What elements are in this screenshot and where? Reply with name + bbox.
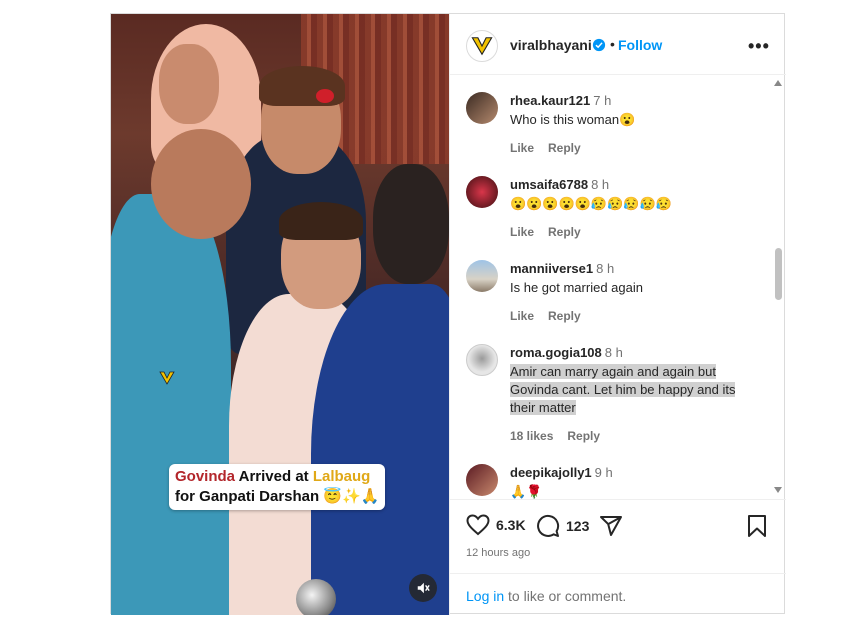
bookmark-icon <box>748 515 766 537</box>
caption-line2: for Ganpati Darshan 😇✨🙏 <box>175 488 380 505</box>
comment-text: 🙏🌹 <box>510 484 543 499</box>
viralbhayani-logo-icon <box>471 37 493 56</box>
post-video[interactable]: Govinda Arrived at Lalbaug for Ganpati D… <box>111 14 449 615</box>
comment-text: Who is this woman😮 <box>510 112 636 127</box>
post-timestamp[interactable]: 12 hours ago <box>466 547 530 559</box>
reply-button[interactable]: Reply <box>548 225 581 239</box>
follow-button[interactable]: Follow <box>618 37 662 53</box>
login-link[interactable]: Log in <box>466 588 504 604</box>
like-button[interactable]: Like <box>510 309 534 323</box>
person-blue-kurta <box>111 194 231 615</box>
verified-badge-icon <box>592 38 606 52</box>
like-button[interactable]: Like <box>510 141 534 155</box>
reply-button[interactable]: Reply <box>548 309 581 323</box>
heart-icon <box>466 514 490 536</box>
comment-time[interactable]: 8 h <box>596 261 614 276</box>
comments-list[interactable]: rhea.kaur121 7 h Who is this woman😮 Like R… <box>450 76 786 499</box>
post-header: viralbhayani • Follow ••• <box>450 14 786 75</box>
speaker-muted-icon <box>417 582 430 594</box>
comment-username[interactable]: deepikajolly1 <box>510 465 592 480</box>
instagram-post: Govinda Arrived at Lalbaug for Ganpati D… <box>110 13 786 615</box>
comment-time[interactable]: 9 h <box>595 465 613 480</box>
comment-text: 😮😮😮😮😮😥😥😥😥😥 <box>510 196 672 211</box>
more-options-icon[interactable]: ••• <box>748 36 770 57</box>
comment-time[interactable]: 8 h <box>605 345 623 360</box>
red-tilak <box>316 89 334 103</box>
comment-username[interactable]: rhea.kaur121 <box>510 93 590 108</box>
post-side-panel: viralbhayani • Follow ••• rhea.kaur121 7 … <box>449 14 786 615</box>
avatar[interactable] <box>466 30 498 62</box>
caption-text: Arrived at <box>235 468 313 485</box>
post-actions-bar: 6.3K 123 12 hours ago Log in to like or … <box>450 499 786 615</box>
separator-dot: • <box>610 36 615 52</box>
avatar[interactable] <box>466 176 498 208</box>
avatar[interactable] <box>466 464 498 496</box>
video-caption: Govinda Arrived at Lalbaug for Ganpati D… <box>169 464 386 510</box>
caption-name: Govinda <box>175 468 236 485</box>
share-action[interactable] <box>599 514 623 538</box>
save-action[interactable] <box>746 514 768 538</box>
avatar[interactable] <box>466 344 498 376</box>
reply-button[interactable]: Reply <box>567 429 600 443</box>
comment-bubble-icon <box>537 514 560 537</box>
login-prompt-text: to like or comment. <box>504 588 627 604</box>
comment-time[interactable]: 7 h <box>593 93 611 108</box>
like-action[interactable]: 6.3K <box>466 514 526 536</box>
reply-button[interactable]: Reply <box>548 141 581 155</box>
person-blue-shirt-head <box>373 164 449 284</box>
person-blue-kurta-head <box>151 129 251 239</box>
comment-time[interactable]: 8 h <box>591 177 609 192</box>
comment-text: Is he got married again <box>510 280 643 295</box>
comments-count[interactable]: 123 <box>566 518 589 534</box>
avatar[interactable] <box>466 92 498 124</box>
username-link[interactable]: viralbhayani <box>510 37 592 53</box>
likes-count[interactable]: 18 likes <box>510 429 553 443</box>
scrollbar-thumb[interactable] <box>775 248 782 300</box>
likes-count[interactable]: 6.3K <box>496 517 526 533</box>
caption-place: Lalbaug <box>312 468 371 485</box>
comment-text-selection: Amir can marry again and again but Govin… <box>510 364 736 415</box>
comment-username[interactable]: roma.gogia108 <box>510 345 602 360</box>
login-prompt: Log in to like or comment. <box>450 573 786 616</box>
scroll-up-arrow-icon[interactable] <box>774 80 782 86</box>
decorative-disc <box>296 579 336 615</box>
scroll-down-arrow-icon[interactable] <box>774 487 782 493</box>
share-paper-plane-icon <box>600 516 622 536</box>
person-blue-shirt <box>311 284 449 615</box>
viralbhayani-logo-icon <box>159 371 175 385</box>
background-person-head <box>159 44 219 124</box>
comment-action[interactable]: 123 <box>536 514 589 538</box>
like-button[interactable]: Like <box>510 225 534 239</box>
person-white-kurta-hair <box>279 202 363 240</box>
mute-button[interactable] <box>409 574 437 602</box>
comment-text: Amir can marry again and again but Govin… <box>510 363 760 417</box>
comment-username[interactable]: manniiverse1 <box>510 261 593 276</box>
avatar[interactable] <box>466 260 498 292</box>
comment-username[interactable]: umsaifa6788 <box>510 177 588 192</box>
